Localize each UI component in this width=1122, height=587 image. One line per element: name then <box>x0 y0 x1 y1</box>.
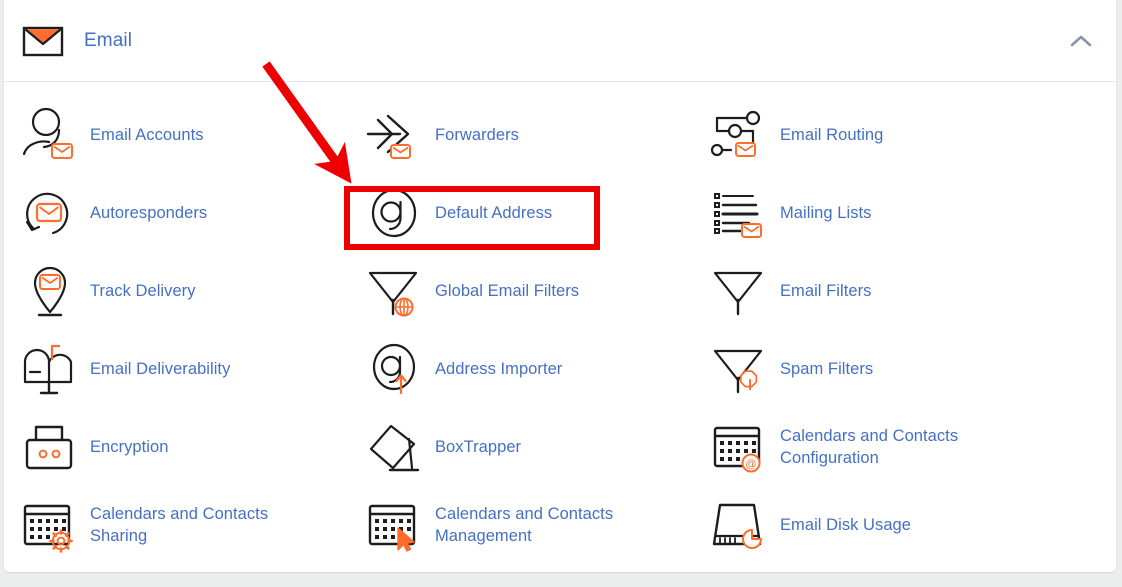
tool-default-address[interactable]: Default Address <box>363 174 708 252</box>
tool-forwarders[interactable]: Forwarders <box>363 96 708 174</box>
email-section-card: Email Email Accounts Forwarders Email Ro… <box>4 0 1116 572</box>
tool-email-filters[interactable]: Email Filters <box>708 252 1053 330</box>
global-email-filters-icon <box>363 260 427 322</box>
tool-mailing-lists[interactable]: Mailing Lists <box>708 174 1053 252</box>
envelope-icon <box>20 21 66 61</box>
calendar-configuration-icon: @ <box>708 416 772 478</box>
tool-email-routing[interactable]: Email Routing <box>708 96 1053 174</box>
mailing-lists-icon <box>708 182 772 244</box>
page-title: Email <box>84 29 133 51</box>
calendar-sharing-icon <box>18 494 82 556</box>
tool-boxtrapper[interactable]: BoxTrapper <box>363 408 708 486</box>
autoresponders-icon <box>18 182 82 244</box>
tool-label: Forwarders <box>435 125 519 144</box>
tool-label: Encryption <box>90 437 169 456</box>
email-deliverability-icon <box>18 338 82 400</box>
tool-label: Email Deliverability <box>90 359 231 378</box>
email-tools-grid: Email Accounts Forwarders Email Routing … <box>18 82 1116 564</box>
tool-label: Global Email Filters <box>435 281 580 300</box>
tool-email-disk-usage[interactable]: Email Disk Usage <box>708 486 1053 564</box>
tool-email-deliverability[interactable]: Email Deliverability <box>18 330 363 408</box>
screenshot-root: Email Email Accounts Forwarders Email Ro… <box>0 0 1122 587</box>
tool-label: Email Routing <box>780 125 884 144</box>
calendar-management-icon <box>363 494 427 556</box>
track-delivery-icon <box>18 260 82 322</box>
tool-encryption[interactable]: Encryption <box>18 408 363 486</box>
tool-label: BoxTrapper <box>435 437 522 456</box>
email-section-header[interactable]: Email <box>4 0 1116 82</box>
tool-label: Email Filters <box>780 281 872 300</box>
tool-calendar-sharing[interactable]: Calendars and Contacts Sharing <box>18 486 363 564</box>
tool-label: Default Address <box>435 203 553 222</box>
default-address-icon <box>363 182 427 244</box>
email-accounts-icon <box>18 104 82 166</box>
email-disk-usage-icon <box>708 494 772 556</box>
tool-label: Email Disk Usage <box>780 515 912 534</box>
tool-spam-filters[interactable]: Spam Filters <box>708 330 1053 408</box>
tool-label: Calendars and Contacts Configuration <box>780 426 959 467</box>
tool-label: Track Delivery <box>90 281 196 300</box>
tool-label: Calendars and Contacts Management <box>435 504 614 545</box>
tool-label: Mailing Lists <box>780 203 872 222</box>
tool-label: Calendars and Contacts Sharing <box>90 504 269 545</box>
tool-calendar-configuration[interactable]: @ Calendars and Contacts Configuration <box>708 408 1053 486</box>
tool-calendar-management[interactable]: Calendars and Contacts Management <box>363 486 708 564</box>
chevron-up-icon[interactable] <box>1068 28 1094 54</box>
tool-email-accounts[interactable]: Email Accounts <box>18 96 363 174</box>
spam-filters-icon <box>708 338 772 400</box>
encryption-icon <box>18 416 82 478</box>
tool-label: Email Accounts <box>90 125 204 144</box>
tool-label: Spam Filters <box>780 359 874 378</box>
svg-text:@: @ <box>745 459 756 471</box>
tool-label: Address Importer <box>435 359 563 378</box>
tool-label: Autoresponders <box>90 203 208 222</box>
email-filters-icon <box>708 260 772 322</box>
boxtrapper-icon <box>363 416 427 478</box>
tool-track-delivery[interactable]: Track Delivery <box>18 252 363 330</box>
tool-address-importer[interactable]: Address Importer <box>363 330 708 408</box>
tool-autoresponders[interactable]: Autoresponders <box>18 174 363 252</box>
tool-global-email-filters[interactable]: Global Email Filters <box>363 252 708 330</box>
forwarders-icon <box>363 104 427 166</box>
email-routing-icon <box>708 104 772 166</box>
address-importer-icon <box>363 338 427 400</box>
